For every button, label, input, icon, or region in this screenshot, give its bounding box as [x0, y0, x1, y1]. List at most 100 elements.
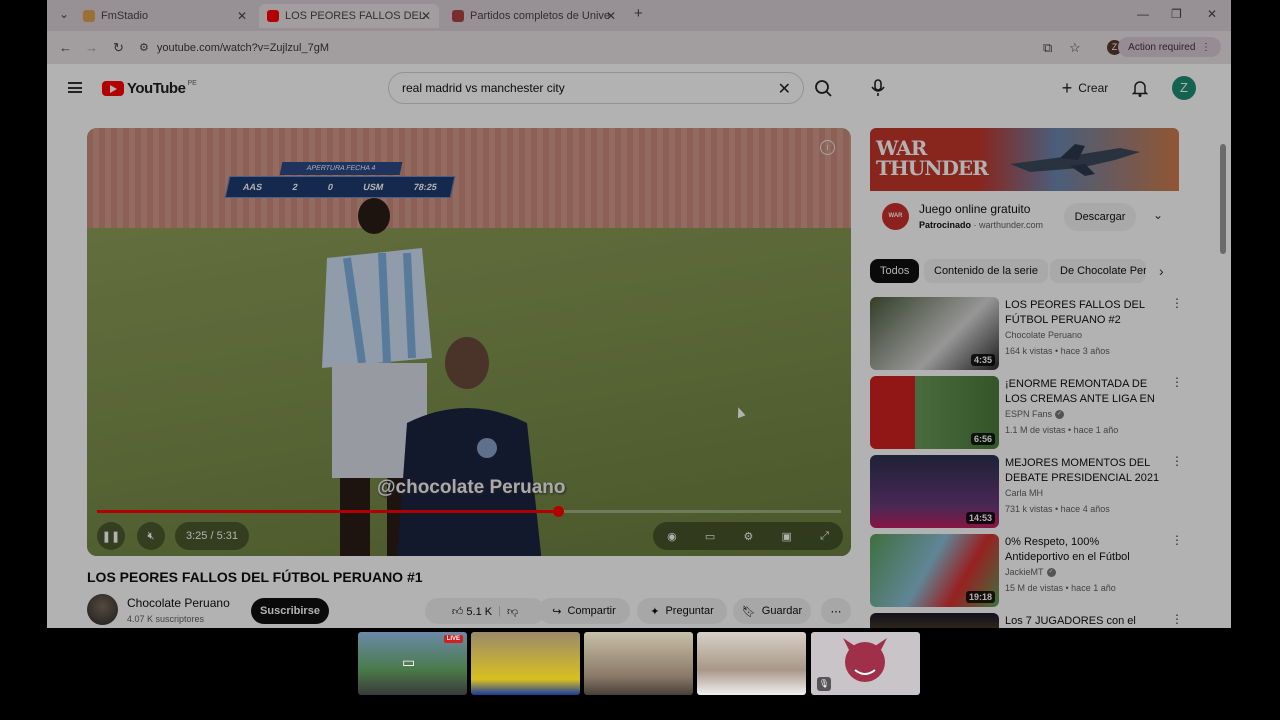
- chip-todos[interactable]: Todos: [870, 259, 920, 283]
- site-info-icon[interactable]: ⚙: [139, 41, 149, 54]
- create-button[interactable]: + Crear: [1052, 74, 1118, 102]
- recommendation-item[interactable]: 14:53 MEJORES MOMENTOS DEL DEBATE PRESID…: [870, 455, 1183, 528]
- chevron-right-icon[interactable]: ›: [1159, 263, 1164, 279]
- video-player[interactable]: APERTURA FECHA 4 AAS 2 0 USM 78:25 i @ch…: [87, 128, 851, 556]
- fullscreen-icon[interactable]: ⤢: [820, 530, 829, 543]
- participant-tile-screen-share[interactable]: LIVE ▭: [358, 632, 467, 695]
- youtube-logo[interactable]: YouTube PE: [102, 80, 197, 97]
- tab-fmstadio[interactable]: FmStadio ✕: [75, 4, 255, 28]
- pause-button[interactable]: ❚❚: [97, 522, 125, 550]
- subtitles-icon[interactable]: ▭: [705, 530, 715, 543]
- verified-badge-icon: ✓: [1046, 568, 1056, 578]
- channel-name[interactable]: Chocolate Peruano: [127, 596, 230, 610]
- forward-arrow-icon[interactable]: →: [85, 40, 98, 55]
- like-button[interactable]: 👍︎ 5.1 K: [452, 605, 492, 618]
- notifications-button[interactable]: [1130, 78, 1150, 103]
- voice-search-button[interactable]: [866, 76, 890, 100]
- ad-title[interactable]: Juego online gratuito: [919, 202, 1030, 216]
- video-thumbnail[interactable]: 14:53: [870, 455, 999, 528]
- video-thumbnail[interactable]: [870, 613, 999, 628]
- verified-badge-icon: ✓: [1055, 410, 1065, 420]
- sparkle-icon: ✦: [650, 605, 660, 618]
- search-icon: [815, 80, 832, 97]
- recommendation-item[interactable]: Los 7 JUGADORES con el ⋮: [870, 613, 1183, 628]
- chip-channel[interactable]: De Chocolate Peruano: [1050, 259, 1146, 283]
- channel-avatar[interactable]: [87, 594, 118, 625]
- seek-bar[interactable]: [97, 506, 841, 517]
- bookmark-star-icon[interactable]: ☆: [1069, 40, 1081, 56]
- clear-search-icon[interactable]: ✕: [778, 79, 791, 99]
- scoreboard-overlay: AAS 2 0 USM 78:25: [224, 176, 456, 198]
- close-tab-icon[interactable]: ✕: [421, 9, 431, 23]
- save-button[interactable]: 🔖︎ Guardar: [733, 598, 811, 624]
- mute-button[interactable]: 🔇︎: [137, 522, 165, 550]
- search-box[interactable]: real madrid vs manchester city ✕: [388, 72, 804, 104]
- reload-icon[interactable]: ↻: [113, 40, 124, 56]
- ad-advertiser-logo[interactable]: WAR: [882, 203, 909, 230]
- menu-icon[interactable]: [68, 82, 82, 93]
- participant-tile-video[interactable]: [584, 632, 693, 695]
- video-title: LOS PEORES FALLOS DEL FÚTBOL PERUANO #1: [87, 569, 423, 585]
- chevron-down-icon[interactable]: ⌄: [1153, 208, 1163, 222]
- subscribe-button[interactable]: Suscribirse: [251, 598, 329, 624]
- more-vertical-icon[interactable]: ⋮: [1171, 455, 1183, 467]
- scrollbar-thumb[interactable]: [1220, 144, 1226, 254]
- recommendation-item[interactable]: 4:35 LOS PEORES FALLOS DEL FÚTBOL PERUAN…: [870, 297, 1183, 370]
- share-button[interactable]: ↪ Compartir: [538, 598, 630, 624]
- ad-banner[interactable]: WAR THUNDER: [870, 128, 1179, 191]
- autoplay-toggle-icon[interactable]: ◉: [667, 530, 677, 543]
- ad-download-button[interactable]: Descargar: [1064, 203, 1136, 231]
- youtube-favicon-icon: [267, 10, 279, 22]
- participant-tile-video[interactable]: [471, 632, 580, 695]
- more-vertical-icon[interactable]: ⋮: [1171, 297, 1183, 309]
- recommendation-item[interactable]: 6:56 ¡ENORME REMONTADA DE LOS CREMAS ANT…: [870, 376, 1183, 449]
- url-text[interactable]: youtube.com/watch?v=Zujlzul_7gM: [157, 42, 329, 54]
- screen-share-icon: ▭: [402, 654, 416, 670]
- video-frame-player-dark: [397, 337, 542, 556]
- tab-youtube-video[interactable]: LOS PEORES FALLOS DEL FÚTBOL PERUANO #1 …: [259, 4, 439, 28]
- video-thumbnail[interactable]: 6:56: [870, 376, 999, 449]
- ask-button[interactable]: ✦ Preguntar: [637, 598, 727, 624]
- ad-brand-logo: WAR THUNDER: [876, 136, 989, 180]
- video-thumbnail[interactable]: 4:35: [870, 297, 999, 370]
- plus-icon: +: [1061, 77, 1073, 98]
- settings-gear-icon[interactable]: ⚙: [743, 530, 753, 543]
- bookmark-icon: 🔖︎: [741, 605, 756, 618]
- close-tab-icon[interactable]: ✕: [606, 9, 616, 23]
- muted-speaker-icon: 🔇︎: [147, 529, 155, 542]
- cast-icon[interactable]: ⧉: [1043, 40, 1052, 56]
- tab-partidos-universitario[interactable]: Partidos completos de Universitario ✕: [444, 4, 624, 28]
- account-avatar[interactable]: Z: [1172, 76, 1196, 100]
- like-dislike-group: 👍︎ 5.1 K | 👎︎: [425, 598, 545, 624]
- action-required-button[interactable]: Action required ⋮: [1118, 37, 1221, 57]
- screen: ⌄ FmStadio ✕ LOS PEORES FALLOS DEL FÚTBO…: [0, 0, 1280, 720]
- more-actions-button[interactable]: ⋯: [821, 598, 851, 624]
- page-scrollbar[interactable]: [1219, 134, 1227, 628]
- video-info-icon[interactable]: i: [820, 140, 835, 155]
- back-arrow-icon[interactable]: ←: [59, 40, 72, 55]
- window-close-icon[interactable]: ✕: [1207, 7, 1217, 21]
- search-button[interactable]: [804, 72, 844, 104]
- restore-icon[interactable]: ❐: [1171, 7, 1182, 21]
- more-vertical-icon[interactable]: ⋮: [1171, 613, 1183, 625]
- theater-mode-icon[interactable]: ▣: [781, 530, 791, 543]
- chip-serie[interactable]: Contenido de la serie: [924, 259, 1048, 283]
- minimize-icon[interactable]: —: [1137, 7, 1149, 21]
- new-tab-button[interactable]: +: [634, 5, 643, 22]
- tab-search-chevron-icon[interactable]: ⌄: [59, 7, 69, 21]
- more-vertical-icon[interactable]: ⋮: [1171, 534, 1183, 546]
- video-watermark: @chocolate Peruano: [377, 477, 566, 498]
- participant-tile-avatar[interactable]: 🎙︎: [811, 632, 920, 695]
- omnibox[interactable]: ⚙ youtube.com/watch?v=Zujlzul_7gM: [139, 35, 1039, 60]
- video-thumbnail[interactable]: 19:18: [870, 534, 999, 607]
- dislike-button[interactable]: 👎︎: [507, 605, 518, 618]
- more-vertical-icon[interactable]: ⋮: [1171, 376, 1183, 388]
- universitario-favicon-icon: [452, 10, 464, 22]
- tab-strip: ⌄ FmStadio ✕ LOS PEORES FALLOS DEL FÚTBO…: [47, 0, 1231, 31]
- muted-mic-icon: 🎙︎: [817, 677, 831, 691]
- close-tab-icon[interactable]: ✕: [237, 9, 247, 23]
- participant-tile-video[interactable]: [697, 632, 806, 695]
- search-input[interactable]: real madrid vs manchester city: [402, 81, 565, 95]
- live-badge: LIVE: [443, 635, 463, 643]
- recommendation-item[interactable]: 19:18 0% Respeto, 100% Antideportivo en …: [870, 534, 1183, 607]
